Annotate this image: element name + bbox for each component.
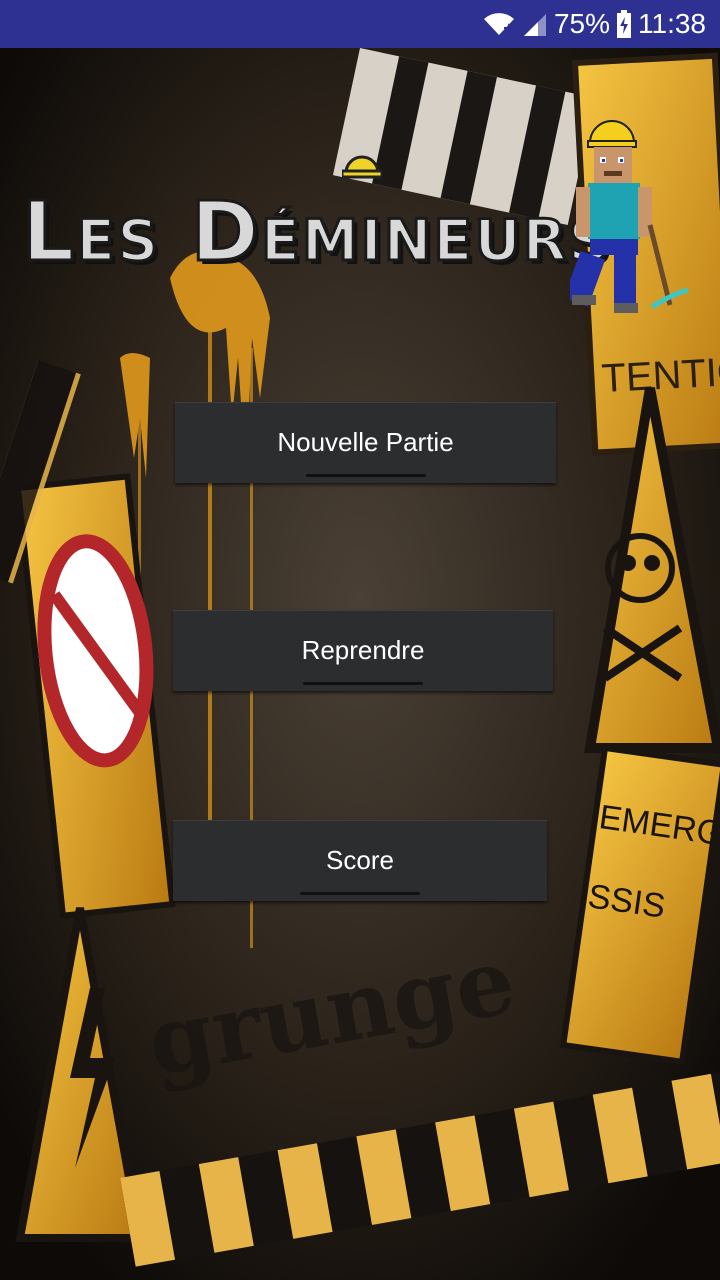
status-bar: 75% 11:38	[0, 0, 720, 48]
battery-percent: 75%	[553, 8, 610, 39]
new-game-button[interactable]: Nouvelle Partie	[175, 402, 556, 483]
battery-icon	[616, 10, 632, 38]
button-underline	[303, 682, 423, 685]
signal-icon	[522, 12, 548, 36]
button-underline	[305, 474, 426, 477]
new-game-label: Nouvelle Partie	[277, 426, 454, 457]
logo-title: Les Démineurs	[21, 184, 612, 282]
game-logo: Les Démineurs	[21, 145, 622, 285]
clock: 11:38	[638, 8, 706, 39]
score-label: Score	[326, 844, 394, 875]
resume-label: Reprendre	[301, 634, 425, 665]
svg-text:TENTION: TENTION	[600, 348, 720, 401]
score-button[interactable]: Score	[173, 820, 547, 901]
wifi-icon	[482, 11, 516, 37]
button-underline	[300, 892, 420, 895]
miner-character-icon	[570, 120, 689, 313]
resume-button[interactable]: Reprendre	[173, 610, 553, 691]
helmet-icon	[342, 155, 382, 179]
